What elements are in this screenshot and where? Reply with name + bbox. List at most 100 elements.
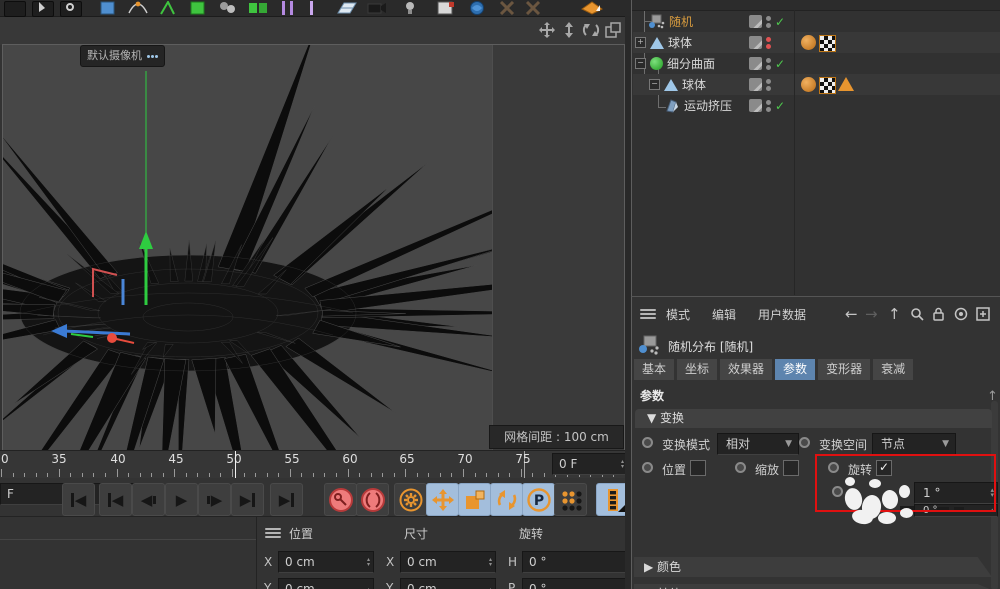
om-label-sphere1[interactable]: 球体: [668, 34, 692, 51]
phong-tag-icon[interactable]: [838, 77, 854, 91]
goto-start-button[interactable]: ◀: [62, 483, 95, 516]
collapse-minus-icon[interactable]: −: [635, 58, 646, 69]
pos-x-field[interactable]: 0 cm▴▾: [278, 551, 374, 573]
options-gear-button[interactable]: [394, 483, 427, 516]
menu-edit[interactable]: 编辑: [712, 306, 736, 323]
transform-space-dropdown[interactable]: 节点▼: [872, 433, 956, 455]
search-icon[interactable]: [910, 307, 924, 321]
other-group-header[interactable]: ▼ 其他: [634, 584, 992, 589]
tab-parameter[interactable]: 参数: [775, 359, 815, 380]
om-vis-subdivision[interactable]: ✓: [749, 53, 795, 74]
pen-spline-icon[interactable]: [158, 1, 178, 15]
anim-dot-space[interactable]: [799, 437, 810, 448]
frame-spinner[interactable]: ▴▾: [621, 454, 624, 474]
material-tag2-icon[interactable]: [801, 77, 816, 92]
falloff-tool-icon[interactable]: [580, 1, 600, 15]
anim-dot-mode[interactable]: [642, 437, 653, 448]
om-label-motion-extrude[interactable]: 运动挤压: [684, 97, 732, 114]
tab-falloff[interactable]: 衰减: [873, 359, 913, 380]
next-frame-button[interactable]: ▶: [198, 483, 231, 516]
pos-y-field[interactable]: 0 cm▴: [278, 578, 374, 589]
current-frame-field[interactable]: 0 F ▴▾: [552, 453, 628, 475]
disabled-tool2-icon[interactable]: [524, 1, 544, 15]
render-settings-icon[interactable]: [466, 1, 486, 15]
texture-tag-icon[interactable]: [819, 35, 836, 52]
viewport-pan-icon[interactable]: [538, 21, 556, 39]
scale-checkbox[interactable]: [783, 460, 799, 476]
viewport-maximize-icon[interactable]: [604, 21, 622, 39]
position-checkbox[interactable]: [690, 460, 706, 476]
om-label-subdivision[interactable]: 细分曲面: [667, 55, 715, 72]
tab-deformer[interactable]: 变形器: [818, 359, 870, 380]
om-label-random[interactable]: 随机: [669, 13, 693, 30]
color-group-header[interactable]: ▶ 颜色: [634, 557, 992, 577]
om-vis-sphere2[interactable]: [749, 74, 795, 95]
texture-tag2-icon[interactable]: [819, 77, 836, 94]
camera-tool-icon[interactable]: [366, 1, 386, 15]
parent-up-icon[interactable]: ↑: [888, 305, 901, 323]
expand-plus-icon[interactable]: +: [635, 37, 646, 48]
timeline-range-end-marker[interactable]: [524, 451, 525, 479]
main-vertical-divider[interactable]: [625, 16, 631, 589]
transform-mode-dropdown[interactable]: 相对▼: [717, 433, 799, 455]
coordinates-p-button[interactable]: P: [522, 483, 555, 516]
cursor-tool-icon[interactable]: [32, 1, 54, 17]
new-panel-icon[interactable]: [976, 307, 990, 321]
timeline-ruler[interactable]: 30354045505560657075 0 F ▴▾: [0, 450, 628, 479]
camera-name-label[interactable]: 默认摄像机: [80, 45, 165, 67]
size-x-field[interactable]: 0 cm▴▾: [400, 551, 496, 573]
om-vis-random[interactable]: ✓: [749, 11, 795, 32]
size-y-field[interactable]: 0 cm▴: [400, 578, 496, 589]
collapse-minus2-icon[interactable]: −: [649, 79, 660, 90]
om-row-sphere2[interactable]: − 球体: [633, 74, 1000, 95]
menu-mode[interactable]: 模式: [666, 306, 690, 323]
viewport-dolly-icon[interactable]: [560, 21, 578, 39]
cloner-spheres-icon[interactable]: [218, 1, 238, 15]
cube-primitive-icon[interactable]: [98, 1, 118, 15]
rotate-tool-button[interactable]: [490, 483, 523, 516]
tab-basic[interactable]: 基本: [634, 359, 674, 380]
target-icon[interactable]: [954, 307, 968, 321]
timeline-playhead[interactable]: [235, 451, 236, 479]
attribute-menu-icon[interactable]: [640, 307, 656, 321]
settings-tool-icon[interactable]: [60, 1, 82, 17]
rot-p-coord-field[interactable]: 0 °▴: [522, 578, 634, 589]
prev-key-button[interactable]: ◀: [99, 483, 132, 516]
array-cubes-icon[interactable]: [248, 1, 268, 15]
material-tag-icon[interactable]: [801, 35, 816, 50]
deformer2-icon[interactable]: [302, 1, 322, 15]
om-row-sphere1[interactable]: + 球体: [633, 32, 1000, 53]
subdivision-icon[interactable]: [188, 1, 208, 15]
anim-dot-position[interactable]: [642, 462, 653, 473]
record-keyframe-button[interactable]: [324, 483, 357, 516]
coordinates-menu-icon[interactable]: [265, 526, 281, 540]
goto-end-button[interactable]: ▶: [270, 483, 303, 516]
lock-icon[interactable]: [932, 307, 945, 321]
anim-dot-scale[interactable]: [735, 462, 746, 473]
prev-frame-button[interactable]: ◀: [132, 483, 165, 516]
scale-tool-button[interactable]: [458, 483, 491, 516]
history-back-icon[interactable]: ←: [845, 305, 858, 323]
undo-icon[interactable]: [4, 1, 26, 17]
rot-h-field[interactable]: 0 °▴▾: [522, 551, 634, 573]
om-vis-motion-extrude[interactable]: ✓: [749, 95, 795, 116]
render-view-icon[interactable]: [436, 1, 456, 15]
history-forward-icon[interactable]: →: [865, 305, 878, 323]
om-vis-sphere1[interactable]: [749, 32, 795, 53]
disabled-tool-icon[interactable]: [498, 1, 518, 15]
menu-user-data[interactable]: 用户数据: [758, 306, 806, 323]
viewport-3d[interactable]: 网格间距 : 100 cm: [2, 44, 625, 451]
tab-coord[interactable]: 坐标: [677, 359, 717, 380]
light-tool-icon[interactable]: [400, 1, 420, 15]
viewport-rotate-icon[interactable]: [582, 21, 600, 39]
floor-plane-icon[interactable]: [336, 1, 356, 15]
transform-group-header[interactable]: ▼ 变换: [635, 409, 992, 428]
play-button[interactable]: ▶: [165, 483, 198, 516]
snap-grid-button[interactable]: [554, 483, 587, 516]
next-key-button[interactable]: ▶: [231, 483, 264, 516]
om-label-sphere2[interactable]: 球体: [682, 76, 706, 93]
move-tool-button[interactable]: [426, 483, 459, 516]
autokey-button[interactable]: [356, 483, 389, 516]
tab-effector[interactable]: 效果器: [720, 359, 772, 380]
spline-tool-icon[interactable]: [128, 1, 148, 15]
